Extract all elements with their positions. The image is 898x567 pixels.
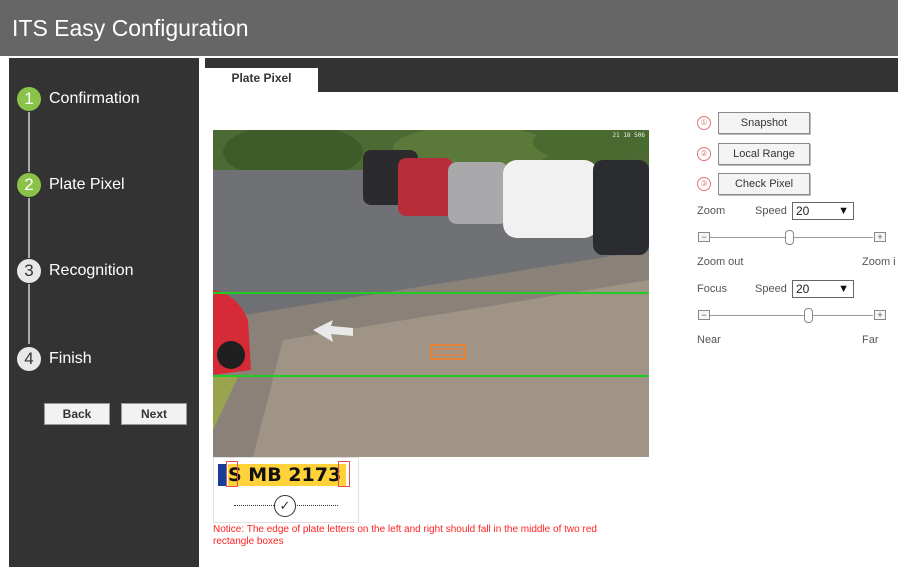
step-index-icon: ③ — [697, 177, 711, 191]
right-edge-box — [338, 461, 350, 487]
step-connector — [28, 284, 30, 344]
title-bar: ITS Easy Configuration — [0, 0, 898, 56]
step-connector — [28, 198, 30, 258]
zoom-in-label: Zoom i — [862, 256, 896, 268]
app-title: ITS Easy Configuration — [12, 15, 249, 41]
zoom-out-label: Zoom out — [697, 256, 744, 268]
tab-plate-pixel[interactable]: Plate Pixel — [205, 68, 318, 94]
step-connector — [28, 112, 30, 172]
step-number: 3 — [17, 259, 41, 283]
check-pixel-button[interactable]: Check Pixel — [718, 173, 810, 195]
step-recognition: 3 Recognition — [17, 259, 134, 283]
next-button[interactable]: Next — [121, 403, 187, 425]
step-label: Confirmation — [49, 90, 140, 107]
step-number: 1 — [17, 87, 41, 111]
zoom-slider-thumb[interactable] — [785, 230, 794, 245]
wizard-steps-panel — [9, 58, 199, 567]
zoom-speed-select[interactable]: 20 ▼ — [792, 202, 854, 220]
camera-preview[interactable]: 21 18 506 — [213, 130, 649, 457]
zoom-in-icon[interactable]: + — [874, 232, 886, 242]
chevron-down-icon: ▼ — [838, 205, 849, 217]
step-plate-pixel: 2 Plate Pixel — [17, 173, 125, 197]
zoom-out-icon[interactable]: − — [698, 232, 710, 242]
step-number: 4 — [17, 347, 41, 371]
step-finish: 4 Finish — [17, 347, 92, 371]
chevron-down-icon: ▼ — [838, 283, 849, 295]
step-label: Plate Pixel — [49, 176, 125, 193]
focus-slider-track[interactable] — [709, 315, 873, 316]
focus-speed-value: 20 — [796, 282, 810, 296]
step-confirmation: 1 Confirmation — [17, 87, 140, 111]
step-label: Recognition — [49, 262, 134, 279]
focus-near-icon[interactable]: − — [698, 310, 710, 320]
sample-plate-guide: S MB 2173 ✓ — [213, 457, 359, 523]
camera-scene — [213, 130, 649, 457]
notice-text: Notice: The edge of plate letters on the… — [213, 524, 597, 547]
eu-flag-icon — [218, 464, 226, 486]
focus-speed-select[interactable]: 20 ▼ — [792, 280, 854, 298]
left-edge-box — [226, 461, 238, 487]
snapshot-button[interactable]: Snapshot — [718, 112, 810, 134]
local-range-button[interactable]: Local Range — [718, 143, 810, 165]
step-index-icon: ② — [697, 147, 711, 161]
back-button[interactable]: Back — [44, 403, 110, 425]
focus-label: Focus — [697, 283, 727, 295]
check-circle-icon: ✓ — [274, 495, 296, 517]
focus-slider-thumb[interactable] — [804, 308, 813, 323]
focus-near-label: Near — [697, 334, 721, 346]
focus-speed-label: Speed — [755, 283, 787, 295]
zoom-speed-label: Speed — [755, 205, 787, 217]
camera-timestamp: 21 18 506 — [612, 132, 645, 139]
step-label: Finish — [49, 350, 92, 367]
sample-plate-text: S MB 2173 — [228, 464, 346, 486]
step-index-icon: ① — [697, 116, 711, 130]
step-number: 2 — [17, 173, 41, 197]
zoom-speed-value: 20 — [796, 204, 810, 218]
zoom-label: Zoom — [697, 205, 726, 217]
focus-far-label: Far — [862, 334, 879, 346]
focus-far-icon[interactable]: + — [874, 310, 886, 320]
